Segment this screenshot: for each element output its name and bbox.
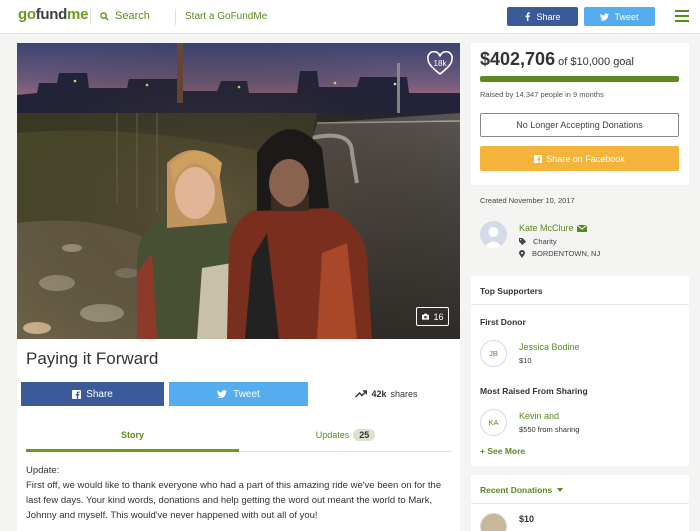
tab-story[interactable]: Story — [26, 419, 239, 452]
updates-count-badge: 25 — [353, 429, 376, 441]
share-label: Share — [86, 388, 113, 400]
top-sharer-name[interactable]: Kevin and — [519, 411, 559, 421]
photo-gallery-button[interactable]: 16 — [416, 307, 449, 326]
share-on-facebook-label: Share on Facebook — [546, 153, 625, 164]
organizer-category-text: Charity — [533, 237, 557, 246]
header-twitter-tweet-button[interactable]: Tweet — [584, 7, 655, 26]
header-share-label: Share — [536, 11, 561, 22]
top-supporters-panel: Top Supporters First Donor JB Jessica Bo… — [471, 276, 689, 466]
shares-suffix: shares — [390, 389, 418, 399]
goal-text: of $10,000 goal — [558, 56, 634, 68]
recent-donations-heading: Recent Donations — [480, 485, 553, 495]
camera-icon — [422, 313, 430, 320]
logo-text-fund: fund — [35, 6, 68, 23]
header-facebook-share-button[interactable]: Share — [507, 7, 578, 26]
story-heading: Update: — [26, 465, 60, 476]
tab-updates-label: Updates — [315, 430, 350, 440]
tag-icon — [519, 238, 526, 245]
shares-count-value: 42k — [371, 389, 387, 399]
campaign-photo[interactable]: 18k 16 — [17, 43, 460, 339]
campaign-title: Paying it Forward — [26, 349, 159, 368]
header-divider — [175, 9, 176, 25]
sharer-avatar: KA — [480, 409, 507, 436]
like-count: 18k — [433, 59, 447, 68]
organizer-panel: Created November 10, 2017 Kate McClure C… — [471, 189, 689, 271]
recent-donations-panel: Recent Donations $10 — [471, 475, 689, 531]
organizer-avatar[interactable] — [480, 221, 507, 248]
hamburger-menu-icon[interactable] — [675, 10, 689, 25]
first-donor-amount: $10 — [519, 356, 532, 365]
tab-updates[interactable]: Updates 25 — [239, 419, 452, 452]
raised-amount: $402,706 of $10,000 goal — [480, 49, 634, 70]
caret-down-icon — [557, 488, 564, 492]
top-navigation-bar: gofundme Search Start a GoFundMe Share T… — [0, 0, 700, 34]
organizer-category: Charity — [519, 237, 557, 246]
header-tweet-label: Tweet — [614, 11, 639, 22]
first-donor-name[interactable]: Jessica Bodine — [519, 342, 580, 352]
header-divider — [90, 9, 91, 25]
search-link[interactable]: Search — [100, 10, 150, 22]
facebook-icon — [72, 389, 82, 399]
first-donor-heading: First Donor — [480, 317, 526, 327]
recent-donation-amount: $10 — [519, 514, 535, 524]
organizer-name: Kate McClure — [519, 223, 574, 233]
trending-up-icon — [355, 390, 368, 398]
campaign-photo-illustration — [17, 43, 460, 339]
raised-value: $402,706 — [480, 49, 556, 69]
donation-panel: $402,706 of $10,000 goal Raised by 14,34… — [471, 43, 689, 185]
recent-donor-avatar — [480, 513, 507, 531]
twitter-icon — [600, 12, 610, 21]
progress-bar-fill — [480, 76, 679, 82]
twitter-icon — [217, 390, 228, 398]
envelope-icon[interactable] — [576, 224, 587, 232]
recent-donations-dropdown[interactable]: Recent Donations — [480, 485, 564, 495]
facebook-icon — [534, 154, 543, 163]
story-body: First off, we would like to thank everyo… — [26, 480, 442, 521]
divider — [471, 503, 689, 504]
share-on-facebook-button[interactable]: Share on Facebook — [480, 146, 679, 171]
share-count: 42k shares — [313, 382, 460, 406]
campaign-card: 18k 16 Paying it Forward Share Tweet 42k… — [17, 43, 460, 531]
plus-icon: + — [480, 446, 485, 456]
created-date: Created November 10, 2017 — [480, 196, 575, 205]
gofundme-logo[interactable]: gofundme — [18, 6, 88, 23]
organizer-location: BORDENTOWN, NJ — [519, 249, 600, 258]
no-longer-accepting-button[interactable]: No Longer Accepting Donations — [480, 113, 679, 137]
start-gofundme-link[interactable]: Start a GoFundMe — [185, 11, 267, 22]
search-icon — [100, 11, 109, 21]
organizer-location-text: BORDENTOWN, NJ — [532, 249, 601, 258]
top-sharer-amount: $550 from sharing — [519, 425, 580, 434]
see-more-label: See More — [487, 446, 526, 456]
facebook-icon — [526, 12, 531, 21]
tweet-label: Tweet — [233, 388, 260, 400]
twitter-tweet-button[interactable]: Tweet — [169, 382, 308, 406]
top-supporters-heading: Top Supporters — [471, 276, 689, 305]
like-heart-button[interactable]: 18k — [427, 51, 453, 77]
search-label: Search — [115, 10, 150, 22]
raised-by-text: Raised by 14,347 people in 9 months — [480, 90, 604, 99]
campaign-story: Update: First off, we would like to than… — [26, 463, 456, 523]
map-pin-icon — [519, 249, 525, 258]
photo-count-label: 16 — [433, 311, 444, 322]
progress-bar — [480, 76, 679, 82]
see-more-link[interactable]: + See More — [480, 446, 525, 456]
user-silhouette-icon — [484, 227, 503, 248]
organizer-name-link[interactable]: Kate McClure — [519, 223, 587, 233]
most-raised-heading: Most Raised From Sharing — [480, 386, 588, 396]
donor-avatar: JB — [480, 340, 507, 367]
logo-text-go: go — [18, 6, 36, 23]
logo-text-me: me — [67, 6, 89, 23]
facebook-share-button[interactable]: Share — [21, 382, 164, 406]
